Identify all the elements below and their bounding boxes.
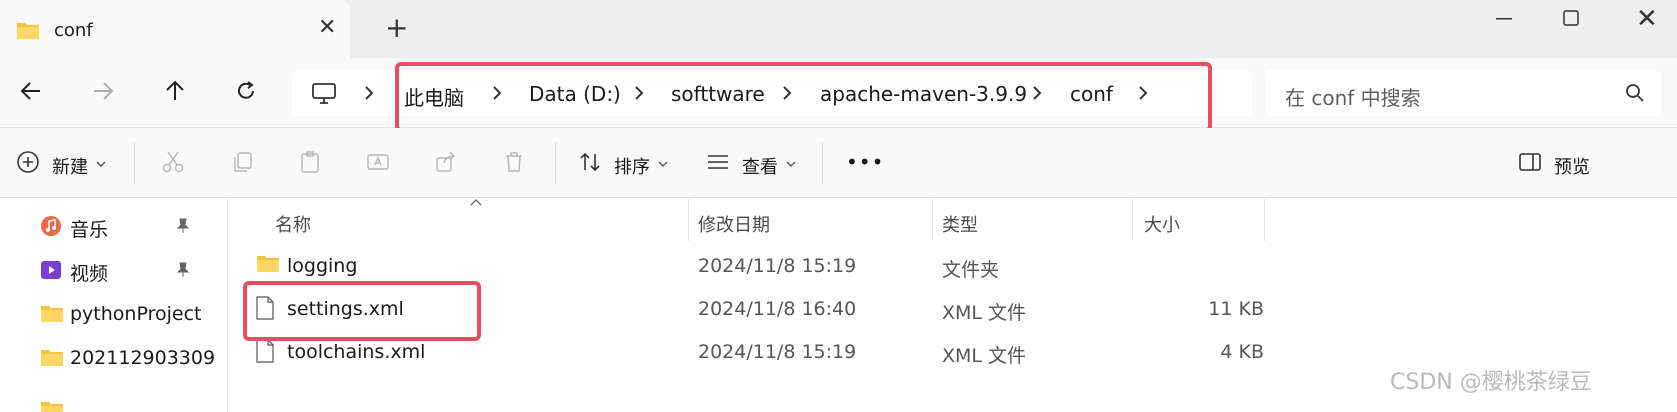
column-divider[interactable]	[688, 199, 689, 241]
column-divider[interactable]	[1132, 199, 1133, 241]
copy-icon[interactable]	[230, 150, 254, 174]
cut-icon[interactable]	[161, 150, 185, 174]
column-divider[interactable]	[932, 199, 933, 241]
minimize-icon[interactable]	[1496, 18, 1512, 20]
folder-icon	[41, 402, 63, 412]
paste-icon[interactable]	[298, 150, 322, 174]
computer-icon	[312, 83, 336, 104]
chevron-right-icon[interactable]	[362, 84, 376, 102]
file-type: XML 文件	[942, 302, 1027, 324]
delete-icon[interactable]	[502, 150, 526, 174]
column-divider[interactable]	[1264, 199, 1265, 241]
toolbar-divider	[134, 142, 135, 184]
back-icon[interactable]	[20, 80, 42, 102]
title-bar: conf ✕ + ✕	[0, 0, 1677, 58]
view-icon[interactable]	[706, 150, 730, 174]
chevron-down-icon[interactable]	[786, 160, 796, 168]
view-button[interactable]: 查看	[742, 153, 778, 179]
preview-button[interactable]: 预览	[1554, 153, 1590, 179]
chevron-down-icon[interactable]	[96, 160, 106, 168]
music-icon	[41, 216, 61, 236]
column-header-modified[interactable]: 修改日期	[698, 211, 770, 237]
search-placeholder: 在 conf 中搜索	[1285, 86, 1421, 110]
forward-icon[interactable]	[92, 80, 114, 102]
tab-conf[interactable]: conf ✕	[0, 0, 350, 58]
column-header-type[interactable]: 类型	[942, 211, 978, 237]
file-size: 4 KB	[1220, 341, 1264, 363]
file-name: logging	[287, 255, 358, 277]
search-icon[interactable]	[1625, 83, 1645, 103]
folder-icon	[41, 306, 63, 322]
refresh-icon[interactable]	[235, 80, 257, 102]
command-bar: 新建 排序 查看 ••• 预览	[0, 128, 1677, 198]
file-modified: 2024/11/8 15:19	[698, 255, 857, 277]
sidebar-item-music[interactable]: 音乐	[40, 209, 220, 245]
folder-icon	[257, 256, 279, 272]
folder-icon	[41, 350, 63, 366]
folder-icon	[17, 23, 39, 39]
share-icon[interactable]	[434, 150, 458, 174]
toolbar-divider	[822, 142, 823, 184]
file-highlight-box	[243, 281, 481, 341]
sidebar-item-partial[interactable]	[40, 393, 220, 412]
sort-ascending-icon	[470, 199, 482, 206]
file-icon	[256, 339, 274, 363]
sidebar-item-folder[interactable]: 202112903309	[40, 341, 226, 377]
new-button[interactable]: 新建	[52, 153, 88, 179]
file-modified: 2024/11/8 16:40	[698, 298, 857, 320]
sidebar-item-label: 音乐	[70, 219, 109, 241]
sidebar-item-label: 202112903309	[70, 347, 216, 369]
toolbar-divider	[555, 142, 556, 184]
search-input[interactable]: 在 conf 中搜索	[1265, 70, 1661, 116]
new-tab-button[interactable]: +	[385, 14, 408, 42]
navigation-pane: 音乐 视频 pythonProject 202112903309	[0, 199, 228, 412]
sort-button[interactable]: 排序	[614, 153, 650, 179]
pin-icon[interactable]	[176, 218, 190, 234]
close-window-icon[interactable]: ✕	[1636, 6, 1658, 32]
rename-icon[interactable]	[366, 150, 390, 174]
file-type: 文件夹	[942, 259, 1000, 281]
file-modified: 2024/11/8 15:19	[698, 341, 857, 363]
sidebar-item-pythonproject[interactable]: pythonProject	[40, 297, 220, 333]
new-icon[interactable]	[16, 150, 40, 174]
sidebar-item-video[interactable]: 视频	[40, 253, 220, 289]
more-options-button[interactable]: •••	[846, 150, 884, 174]
video-icon	[41, 261, 61, 279]
close-tab-icon[interactable]: ✕	[318, 17, 336, 39]
column-header-name[interactable]: 名称	[275, 211, 311, 237]
sort-icon[interactable]	[578, 150, 602, 174]
column-header-size[interactable]: 大小	[1144, 211, 1180, 237]
chevron-down-icon[interactable]	[658, 160, 668, 168]
preview-pane-icon[interactable]	[1518, 150, 1542, 174]
sidebar-item-label: 视频	[70, 263, 109, 285]
file-type: XML 文件	[942, 345, 1027, 367]
tab-title: conf	[54, 20, 93, 41]
maximize-icon[interactable]	[1563, 10, 1579, 26]
up-icon[interactable]	[164, 80, 186, 102]
watermark: CSDN @樱桃茶绿豆	[1390, 370, 1592, 395]
address-highlight-box	[395, 62, 1212, 132]
file-name: toolchains.xml	[287, 341, 426, 363]
sidebar-item-label: pythonProject	[70, 303, 202, 325]
pin-icon[interactable]	[176, 262, 190, 278]
file-size: 11 KB	[1208, 298, 1264, 320]
